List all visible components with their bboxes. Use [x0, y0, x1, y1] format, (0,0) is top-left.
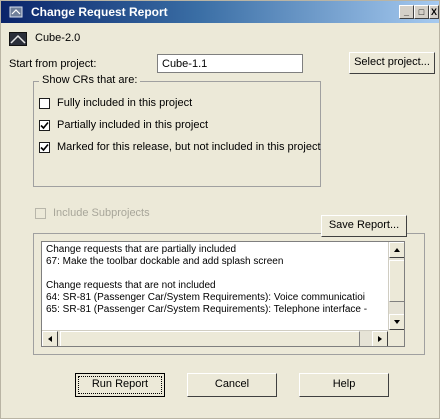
title-bar[interactable]: Change Request Report _ □ X — [1, 1, 439, 23]
report-line: 64: SR-81 (Passenger Car/System Requirem… — [46, 292, 366, 303]
horizontal-scroll-thumb[interactable] — [60, 331, 360, 346]
partially-included-label: Partially included in this project — [57, 119, 209, 131]
help-button[interactable]: Help — [299, 373, 389, 397]
select-project-button[interactable]: Select project... — [349, 52, 435, 74]
start-project-input[interactable] — [157, 54, 303, 73]
maximize-button[interactable]: □ — [414, 5, 429, 19]
scroll-up-button[interactable] — [389, 242, 404, 258]
right-arrow-icon — [378, 336, 382, 342]
report-line: Change requests that are not included — [46, 280, 216, 291]
fully-included-label: Fully included in this project — [57, 97, 193, 109]
include-subprojects-label: Include Subprojects — [53, 207, 150, 219]
report-line: 67: Make the toolbar dockable and add sp… — [46, 256, 284, 267]
vertical-scroll-thumb[interactable] — [389, 260, 404, 302]
scrollbar-corner — [388, 330, 404, 346]
checkbox-checked-icon[interactable] — [39, 120, 50, 131]
save-report-button[interactable]: Save Report... — [321, 215, 407, 237]
down-arrow-icon — [394, 320, 400, 324]
minimize-button[interactable]: _ — [399, 5, 414, 19]
marked-not-included-label: Marked for this release, but not include… — [57, 141, 321, 153]
horizontal-scrollbar[interactable] — [42, 330, 388, 346]
report-line: 65: SR-81 (Passenger Car/System Requirem… — [46, 304, 368, 315]
scroll-down-button[interactable] — [389, 314, 404, 330]
vertical-scrollbar[interactable] — [388, 242, 404, 330]
report-lines: Change requests that are partially inclu… — [46, 244, 384, 316]
cancel-button[interactable]: Cancel — [187, 373, 277, 397]
report-line — [46, 268, 384, 280]
window-title: Change Request Report — [31, 5, 168, 19]
project-name: Cube-2.0 — [35, 32, 81, 44]
show-crs-legend: Show CRs that are: — [39, 74, 141, 86]
up-arrow-icon — [394, 248, 400, 252]
change-request-report-dialog: Change Request Report _ □ X Cube-2.0 Sta… — [0, 0, 440, 419]
checkbox-disabled-icon — [35, 208, 46, 219]
report-output-box[interactable]: Change requests that are partially inclu… — [41, 241, 405, 347]
scroll-right-button[interactable] — [372, 331, 388, 346]
project-icon — [9, 32, 27, 46]
run-report-button[interactable]: Run Report — [75, 373, 165, 397]
checkbox-checked-icon[interactable] — [39, 142, 50, 153]
app-icon — [9, 6, 23, 18]
close-button[interactable]: X — [429, 5, 439, 19]
scroll-left-button[interactable] — [42, 331, 58, 346]
start-project-label: Start from project: — [9, 58, 97, 70]
left-arrow-icon — [48, 336, 52, 342]
checkbox-unchecked-icon[interactable] — [39, 98, 50, 109]
report-line: Change requests that are partially inclu… — [46, 244, 237, 255]
